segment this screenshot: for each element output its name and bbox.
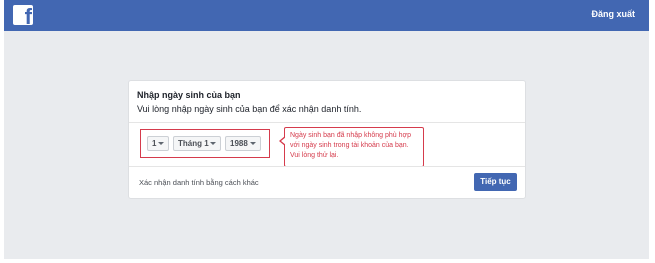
- card-title: Nhập ngày sinh của bạn: [137, 90, 241, 100]
- card-subtitle: Vui lòng nhập ngày sinh của bạn để xác n…: [137, 104, 362, 114]
- year-select[interactable]: 1988: [225, 136, 261, 151]
- logout-link[interactable]: Đăng xuất: [591, 9, 635, 19]
- day-select[interactable]: 1: [147, 136, 169, 151]
- continue-button[interactable]: Tiếp tục: [474, 173, 517, 191]
- birthday-verification-card: Nhập ngày sinh của bạn Vui lòng nhập ngà…: [128, 80, 526, 199]
- facebook-logo-icon[interactable]: f: [13, 5, 33, 25]
- month-select-value: Tháng 1: [178, 139, 209, 148]
- chevron-down-icon: [158, 142, 164, 145]
- birthday-selector-group: 1 Tháng 1 1988: [140, 129, 270, 158]
- month-select[interactable]: Tháng 1: [173, 136, 221, 151]
- error-tooltip: Ngày sinh bạn đã nhập không phù hợp với …: [279, 127, 424, 167]
- divider: [129, 166, 525, 167]
- divider: [129, 122, 525, 123]
- error-message: Ngày sinh bạn đã nhập không phù hợp với …: [290, 132, 411, 159]
- alternate-verification-link[interactable]: Xác nhận danh tính bằng cách khác: [139, 178, 259, 187]
- chevron-down-icon: [250, 142, 256, 145]
- chevron-down-icon: [210, 142, 216, 145]
- facebook-logo-letter: f: [24, 5, 32, 26]
- top-navbar: f Đăng xuất: [4, 0, 649, 31]
- day-select-value: 1: [152, 139, 157, 148]
- year-select-value: 1988: [230, 139, 248, 148]
- page-background: f Đăng xuất Nhập ngày sinh của bạn Vui l…: [4, 0, 649, 259]
- tooltip-arrow-inner: [281, 137, 286, 145]
